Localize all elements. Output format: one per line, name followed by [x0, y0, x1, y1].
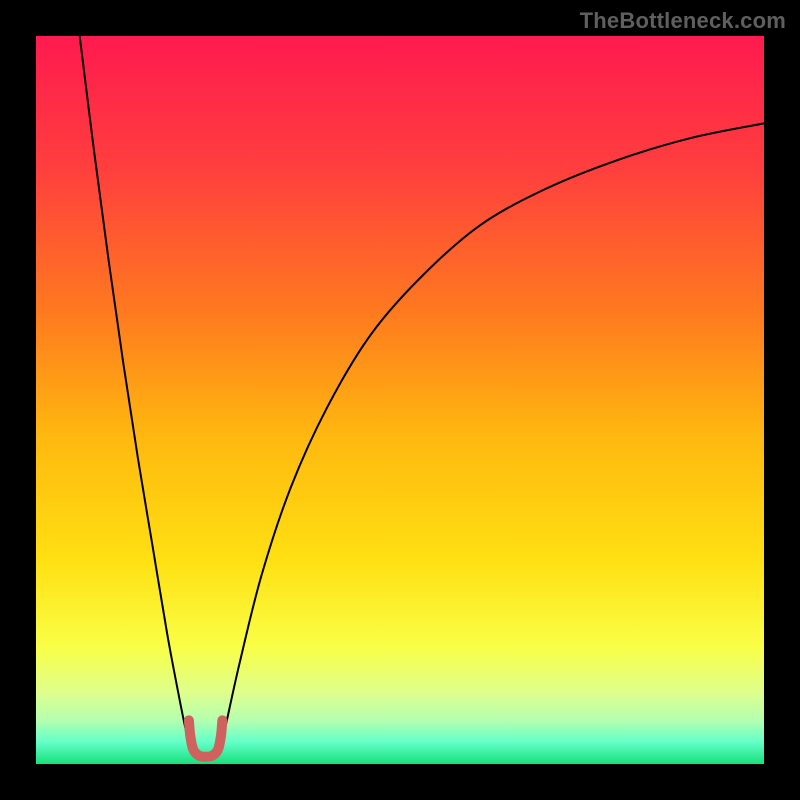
chart-frame: [36, 36, 764, 764]
bottleneck-chart: [36, 36, 764, 764]
watermark-text: TheBottleneck.com: [580, 8, 786, 34]
gradient-background: [36, 36, 764, 764]
